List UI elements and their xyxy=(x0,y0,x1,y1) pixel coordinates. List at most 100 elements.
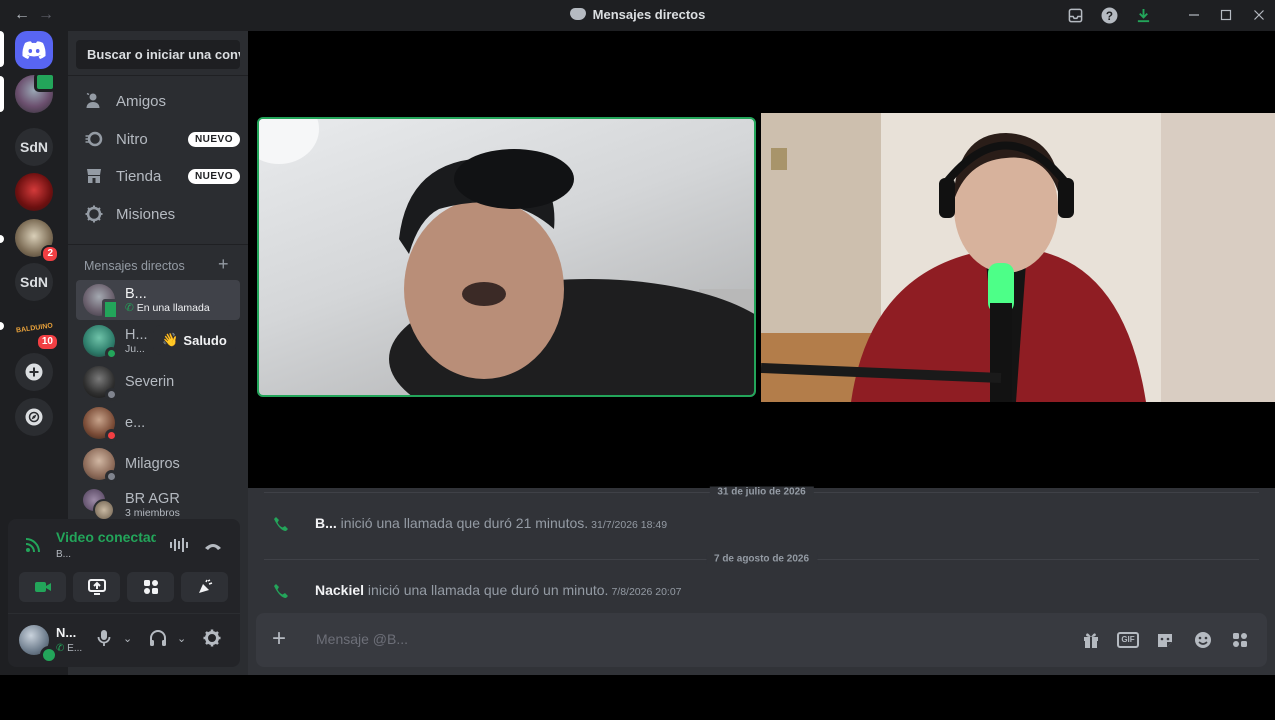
dm-name: H... xyxy=(125,327,148,343)
search-conversation-button[interactable]: Buscar o iniciar una conversación xyxy=(76,40,240,69)
screen-share-button[interactable] xyxy=(73,572,120,602)
nav-shop[interactable]: Tienda NUEVO xyxy=(76,158,240,194)
avatar xyxy=(83,407,118,442)
wave-button[interactable]: 👋 Saludo xyxy=(153,325,236,355)
nav-label: Misiones xyxy=(116,205,176,223)
camera-icon xyxy=(34,582,51,592)
svg-text:?: ? xyxy=(1105,9,1112,22)
disconnect-icon[interactable] xyxy=(204,539,222,557)
user-status-text: E... xyxy=(67,643,83,654)
selected-indicator xyxy=(0,31,4,67)
gif-label: GIF xyxy=(1117,632,1139,648)
nitro-icon xyxy=(84,129,104,149)
dm-name: Milagros xyxy=(125,456,180,472)
call-stage xyxy=(248,31,1275,488)
dm-activity: ✆ En una llamada xyxy=(125,302,210,314)
microphone-icon[interactable] xyxy=(97,629,111,651)
apps-icon[interactable] xyxy=(1230,630,1250,650)
online-status xyxy=(105,347,118,360)
dm-item[interactable]: Milagros xyxy=(76,444,240,484)
shop-icon xyxy=(84,166,104,186)
explore-button[interactable] xyxy=(15,398,53,436)
video-tile-local[interactable] xyxy=(761,113,1275,402)
call-log-message: Nackiel inició una llamada que duró un m… xyxy=(315,582,682,598)
offline-status xyxy=(105,388,118,401)
minimize-icon[interactable] xyxy=(1185,6,1203,24)
inbox-icon[interactable] xyxy=(1066,6,1084,24)
phone-icon xyxy=(273,583,289,599)
create-dm-button[interactable]: + xyxy=(218,254,229,275)
dm-activity: Ju... xyxy=(125,343,145,355)
mobile-status-icon xyxy=(102,299,119,320)
message-author[interactable]: B... xyxy=(315,515,337,531)
divider xyxy=(68,244,248,245)
server-sdn[interactable]: SdN xyxy=(15,263,53,301)
help-icon[interactable]: ? xyxy=(1100,6,1118,24)
connection-icon xyxy=(24,536,42,559)
emoji-icon[interactable] xyxy=(1193,630,1213,650)
server-label: SdN xyxy=(20,139,48,155)
nav-nitro[interactable]: Nitro NUEVO xyxy=(76,121,240,157)
home-button[interactable] xyxy=(15,31,53,69)
activities-button[interactable] xyxy=(127,572,174,602)
plus-icon xyxy=(25,363,43,381)
phone-icon: ✆ xyxy=(125,302,134,314)
bottom-strip xyxy=(0,675,1275,720)
new-badge: NUEVO xyxy=(187,168,240,184)
server-sdn[interactable]: SdN xyxy=(15,128,53,166)
attach-button[interactable]: + xyxy=(272,625,286,653)
message-input[interactable]: Mensaje @B... xyxy=(316,631,408,647)
server-avatar[interactable] xyxy=(15,72,56,113)
avatar xyxy=(83,448,118,483)
server-avatar[interactable] xyxy=(15,173,53,211)
new-badge: NUEVO xyxy=(187,131,240,147)
dm-name: BR AGR xyxy=(125,491,180,507)
main-area: 31 de julio de 2026 B... inició una llam… xyxy=(248,31,1275,675)
add-server-button[interactable] xyxy=(15,353,53,391)
dm-activity-text: En una llamada xyxy=(136,302,210,314)
noise-suppression-icon[interactable] xyxy=(169,537,189,558)
user-name[interactable]: N... xyxy=(56,625,76,640)
camera-button[interactable] xyxy=(19,572,66,602)
friends-icon xyxy=(84,91,104,111)
server-balduino[interactable]: BALDUINO 10 xyxy=(15,309,59,351)
gear-icon[interactable] xyxy=(203,629,221,651)
voice-channel: B... xyxy=(56,549,72,560)
video-call-icon xyxy=(34,72,56,92)
chevron-down-icon[interactable]: ⌄ xyxy=(123,632,132,645)
maximize-icon[interactable] xyxy=(1217,6,1235,24)
message-author[interactable]: Nackiel xyxy=(315,582,364,598)
soundboard-button[interactable] xyxy=(181,572,228,602)
nav-quests[interactable]: Misiones xyxy=(76,196,240,232)
quests-icon xyxy=(84,204,104,224)
wave-hand-icon: 👋 xyxy=(162,332,179,347)
mention-badge: 2 xyxy=(41,245,59,263)
sticker-icon[interactable] xyxy=(1155,630,1175,650)
video-tile-remote[interactable] xyxy=(257,117,756,397)
offline-status xyxy=(105,470,118,483)
dm-item[interactable]: B... ✆ En una llamada xyxy=(76,280,240,320)
call-log-message: B... inició una llamada que duró 21 minu… xyxy=(315,515,667,531)
title-bar: ← → Mensajes directos ? xyxy=(0,0,1275,31)
dm-item[interactable]: Severin xyxy=(76,362,240,402)
dm-name: B... xyxy=(125,286,147,302)
date-label: 31 de julio de 2026 xyxy=(709,486,814,498)
divider xyxy=(8,613,240,614)
gif-icon[interactable]: GIF xyxy=(1117,630,1139,650)
headphones-icon[interactable] xyxy=(149,629,167,651)
dm-item[interactable]: e... xyxy=(76,403,240,443)
phone-icon: ✆ xyxy=(56,643,65,654)
avatar xyxy=(83,325,118,360)
discord-icon xyxy=(569,8,586,20)
download-icon[interactable] xyxy=(1134,6,1152,24)
nav-label: Nitro xyxy=(116,130,148,148)
dm-name: Severin xyxy=(125,374,175,390)
server-label: SdN xyxy=(20,274,48,290)
group-avatar xyxy=(83,489,115,521)
close-icon[interactable] xyxy=(1250,6,1268,24)
voice-status[interactable]: Video conectado xyxy=(56,529,156,545)
nav-friends[interactable]: Amigos xyxy=(76,83,240,119)
gift-icon[interactable] xyxy=(1081,630,1101,650)
server-avatar[interactable]: 2 xyxy=(15,219,59,263)
chevron-down-icon[interactable]: ⌄ xyxy=(177,632,186,645)
